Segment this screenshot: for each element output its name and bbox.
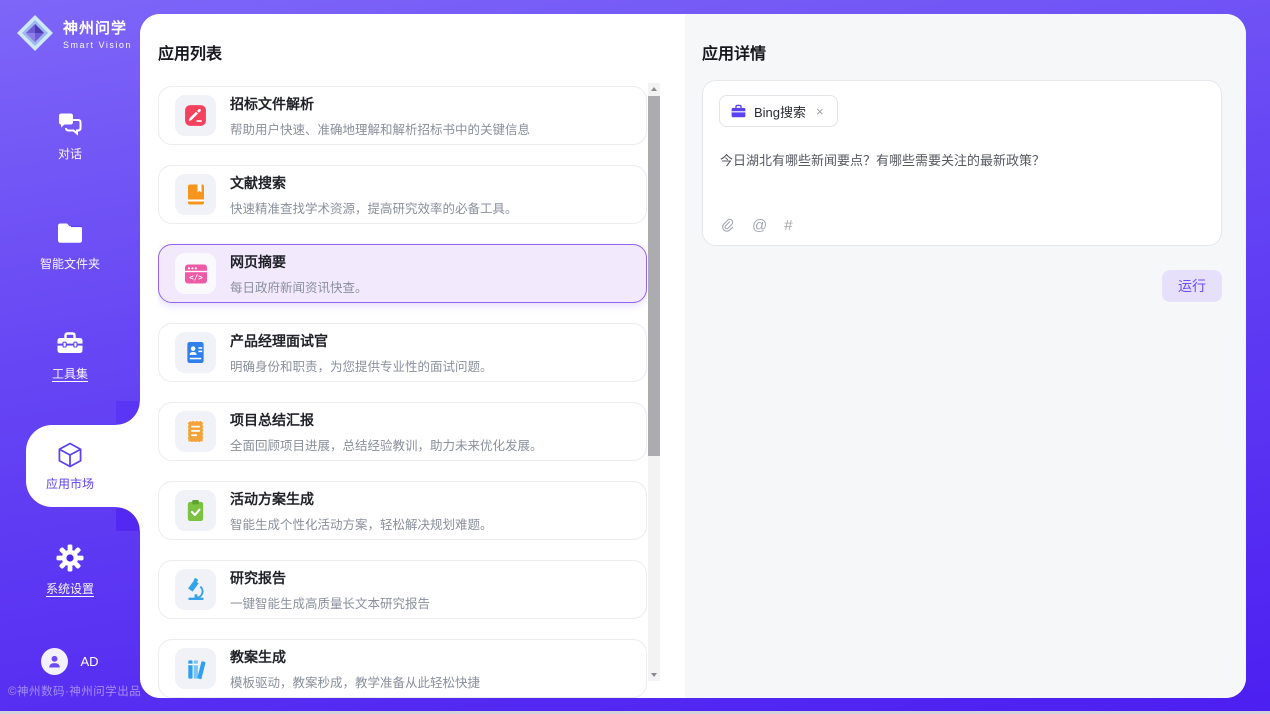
contract-edit-icon bbox=[175, 95, 216, 136]
tool-chip-bing[interactable]: Bing搜索 × bbox=[719, 95, 838, 127]
app-list-item-4[interactable]: 项目总结汇报 全面回顾项目进展，总结经验教训，助力未来优化发展。 bbox=[158, 402, 647, 461]
briefcase-icon bbox=[731, 104, 746, 118]
query-text[interactable]: 今日湖北有哪些新闻要点？有哪些需要关注的最新政策？ bbox=[720, 151, 1200, 171]
app-window: 神州问学 Smart Vision 对话 智能文件夹 工具集 应用市场 bbox=[0, 0, 1270, 714]
user-profile[interactable]: AD bbox=[0, 648, 140, 675]
app-item-texts: 招标文件解析 帮助用户快速、准确地理解和解析招标书中的关键信息 bbox=[230, 94, 530, 138]
app-item-desc: 每日政府新闻资讯快查。 bbox=[230, 277, 368, 296]
toolbox-icon bbox=[55, 328, 85, 358]
app-list-item-6[interactable]: 研究报告 一键智能生成高质量长文本研究报告 bbox=[158, 560, 647, 619]
app-list-item-3[interactable]: 产品经理面试官 明确身份和职责，为您提供专业性的面试问题。 bbox=[158, 323, 647, 382]
hash-icon[interactable]: # bbox=[784, 217, 792, 234]
scrollbar-thumb[interactable] bbox=[648, 96, 660, 456]
avatar bbox=[41, 648, 68, 675]
sidebar-item-0[interactable]: 对话 bbox=[0, 108, 140, 162]
brand-name: 神州问学 bbox=[63, 17, 132, 38]
svg-text:</>: </> bbox=[189, 273, 203, 282]
app-list-item-1[interactable]: 文献搜索 快速精准查找学术资源，提高研究效率的必备工具。 bbox=[158, 165, 647, 224]
tool-chip-label: Bing搜索 bbox=[754, 102, 806, 121]
books-icon bbox=[175, 648, 216, 689]
app-list: 招标文件解析 帮助用户快速、准确地理解和解析招标书中的关键信息 文献搜索 快速精… bbox=[158, 86, 647, 698]
brand-tagline: Smart Vision bbox=[63, 40, 132, 50]
app-item-desc: 快速精准查找学术资源，提高研究效率的必备工具。 bbox=[230, 198, 518, 217]
app-item-desc: 明确身份和职责，为您提供专业性的面试问题。 bbox=[230, 356, 493, 375]
app-item-title: 教案生成 bbox=[230, 647, 480, 667]
app-item-texts: 产品经理面试官 明确身份和职责，为您提供专业性的面试问题。 bbox=[230, 331, 493, 375]
copyright-footer: ©神州数码·神州问学出品 bbox=[8, 683, 142, 699]
app-detail-title: 应用详情 bbox=[702, 40, 766, 64]
sidebar-item-label: 系统设置 bbox=[46, 580, 94, 597]
sidebar-item-label: 智能文件夹 bbox=[40, 255, 100, 272]
app-item-title: 招标文件解析 bbox=[230, 94, 530, 114]
app-item-texts: 活动方案生成 智能生成个性化活动方案，轻松解决规划难题。 bbox=[230, 489, 493, 533]
sidebar-item-label: 对话 bbox=[58, 145, 82, 162]
sidebar-item-4[interactable]: 系统设置 bbox=[0, 543, 140, 597]
cube-icon bbox=[55, 440, 85, 470]
close-icon[interactable]: × bbox=[814, 104, 826, 119]
book-icon bbox=[175, 174, 216, 215]
app-item-title: 活动方案生成 bbox=[230, 489, 493, 509]
chat-icon bbox=[55, 108, 85, 138]
app-list-panel: 应用列表 招标文件解析 帮助用户快速、准确地理解和解析招标书中的关键信息 文献搜… bbox=[140, 14, 685, 698]
app-item-title: 项目总结汇报 bbox=[230, 410, 543, 430]
app-item-texts: 研究报告 一键智能生成高质量长文本研究报告 bbox=[230, 568, 430, 612]
app-item-desc: 全面回顾项目进展，总结经验教训，助力未来优化发展。 bbox=[230, 435, 543, 454]
app-item-desc: 模板驱动，教案秒成，教学准备从此轻松快捷 bbox=[230, 672, 480, 691]
report-doc-icon bbox=[175, 411, 216, 452]
webpage-code-icon: </> bbox=[175, 253, 216, 294]
brand: 神州问学 Smart Vision bbox=[14, 12, 132, 54]
person-icon bbox=[46, 653, 63, 670]
app-item-title: 网页摘要 bbox=[230, 252, 368, 272]
clipboard-check-icon bbox=[175, 490, 216, 531]
run-button[interactable]: 运行 bbox=[1162, 270, 1222, 302]
sidebar: 神州问学 Smart Vision 对话 智能文件夹 工具集 应用市场 bbox=[0, 0, 140, 714]
gem-diamond-icon bbox=[14, 12, 56, 54]
app-item-desc: 智能生成个性化活动方案，轻松解决规划难题。 bbox=[230, 514, 493, 533]
app-list-title: 应用列表 bbox=[158, 40, 222, 64]
sidebar-item-app-market[interactable]: 应用市场 bbox=[26, 425, 140, 507]
at-icon[interactable]: @ bbox=[752, 217, 767, 234]
app-list-item-7[interactable]: 教案生成 模板驱动，教案秒成，教学准备从此轻松快捷 bbox=[158, 639, 647, 698]
resume-icon bbox=[175, 332, 216, 373]
sidebar-item-2[interactable]: 工具集 bbox=[0, 328, 140, 382]
app-item-texts: 网页摘要 每日政府新闻资讯快查。 bbox=[230, 252, 368, 296]
brand-text: 神州问学 Smart Vision bbox=[63, 17, 132, 50]
app-item-texts: 项目总结汇报 全面回顾项目进展，总结经验教训，助力未来优化发展。 bbox=[230, 410, 543, 454]
app-list-item-5[interactable]: 活动方案生成 智能生成个性化活动方案，轻松解决规划难题。 bbox=[158, 481, 647, 540]
bubble-curve-bottom bbox=[116, 507, 140, 531]
bubble-curve-top bbox=[116, 401, 140, 425]
sidebar-item-label: 工具集 bbox=[52, 365, 88, 382]
folder-icon bbox=[55, 218, 85, 248]
user-initials: AD bbox=[80, 654, 98, 669]
paperclip-icon[interactable] bbox=[720, 217, 735, 234]
app-list-item-0[interactable]: 招标文件解析 帮助用户快速、准确地理解和解析招标书中的关键信息 bbox=[158, 86, 647, 145]
app-list-scrollbar[interactable] bbox=[648, 83, 660, 681]
app-item-title: 文献搜索 bbox=[230, 173, 518, 193]
app-item-texts: 教案生成 模板驱动，教案秒成，教学准备从此轻松快捷 bbox=[230, 647, 480, 691]
sidebar-item-1[interactable]: 智能文件夹 bbox=[0, 218, 140, 272]
app-item-title: 研究报告 bbox=[230, 568, 430, 588]
scroll-down-arrow-icon[interactable] bbox=[648, 669, 660, 681]
microscope-icon bbox=[175, 569, 216, 610]
app-item-texts: 文献搜索 快速精准查找学术资源，提高研究效率的必备工具。 bbox=[230, 173, 518, 217]
app-item-desc: 一键智能生成高质量长文本研究报告 bbox=[230, 593, 430, 612]
app-item-desc: 帮助用户快速、准确地理解和解析招标书中的关键信息 bbox=[230, 119, 530, 138]
input-toolbar: @ # bbox=[720, 217, 793, 234]
app-detail-panel: 应用详情 Bing搜索 × 今日湖北有哪些新闻要点？有哪些需要关注的最新政策？ bbox=[685, 14, 1246, 698]
content-shell: 应用列表 招标文件解析 帮助用户快速、准确地理解和解析招标书中的关键信息 文献搜… bbox=[140, 14, 1246, 698]
app-list-item-2[interactable]: </> 网页摘要 每日政府新闻资讯快查。 bbox=[158, 244, 647, 303]
scroll-up-arrow-icon[interactable] bbox=[648, 83, 660, 95]
sidebar-item-label: 应用市场 bbox=[46, 475, 94, 492]
app-item-title: 产品经理面试官 bbox=[230, 331, 493, 351]
gear-icon bbox=[55, 543, 85, 573]
prompt-card: Bing搜索 × 今日湖北有哪些新闻要点？有哪些需要关注的最新政策？ @ # bbox=[702, 80, 1222, 246]
